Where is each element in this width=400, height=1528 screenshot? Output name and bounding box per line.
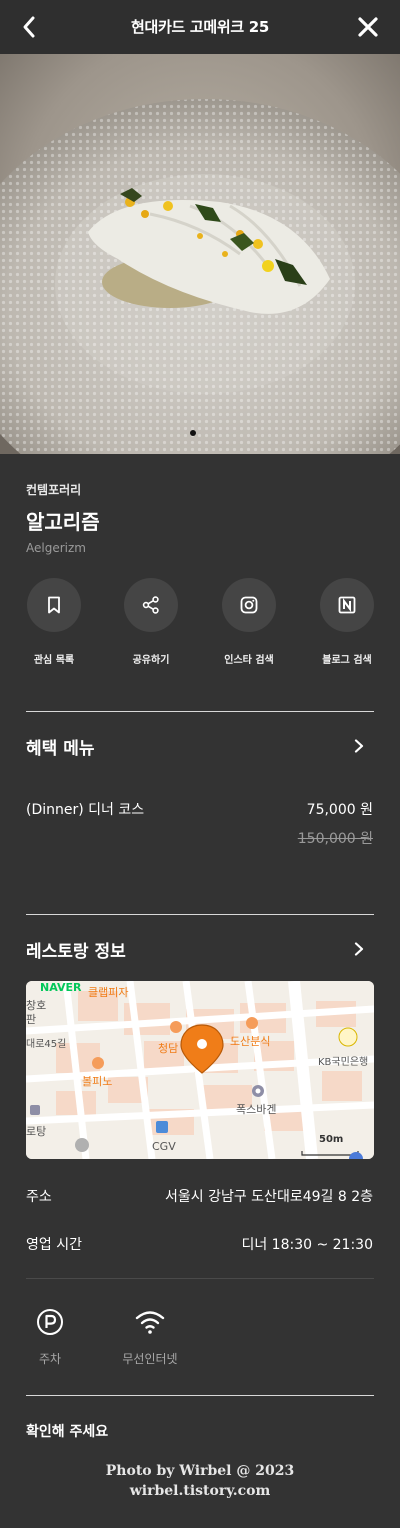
photo-credit: Photo by Wirbel @ 2023 bbox=[105, 1463, 295, 1479]
bookmark-icon bbox=[48, 596, 60, 614]
hours-label: 영업 시간 bbox=[26, 1237, 82, 1253]
blog-search-button[interactable]: 블로그 검색 bbox=[297, 578, 397, 666]
divider bbox=[26, 1278, 374, 1279]
divider bbox=[26, 711, 374, 712]
map-streets bbox=[26, 981, 374, 1159]
restaurant-name-en: Aelgerizm bbox=[26, 541, 86, 555]
action-bar: 관심 목록 공유하기 인스타 검색 블로그 검색 bbox=[0, 578, 400, 668]
top-bar: 현대카드 고메위크 25 bbox=[0, 0, 400, 54]
instagram-search-button[interactable]: 인스타 검색 bbox=[199, 578, 299, 666]
menu-item-price: 75,000 원 bbox=[306, 802, 373, 818]
photo-credit-url: wirbel.tistory.com bbox=[129, 1483, 271, 1499]
menu-item-original-price: 150,000 원 bbox=[297, 831, 373, 847]
chevron-right-icon[interactable] bbox=[352, 739, 366, 753]
restaurant-info-title: 레스토랑 정보 bbox=[26, 942, 126, 962]
blog-search-label: 블로그 검색 bbox=[322, 655, 372, 666]
amenity-parking-label: 주차 bbox=[38, 1352, 62, 1366]
map-label: 폭스바겐 bbox=[236, 1103, 277, 1116]
map-label: 도산분식 bbox=[230, 1035, 271, 1048]
hero-photo[interactable] bbox=[0, 54, 400, 454]
map-scale-label: 50m bbox=[319, 1134, 344, 1145]
address-value: 서울시 강남구 도산대로49길 8 2층 bbox=[165, 1189, 373, 1205]
naver-blog-icon bbox=[338, 596, 356, 614]
food-photo-image bbox=[0, 54, 400, 454]
wifi-icon bbox=[135, 1311, 165, 1334]
map-label: KB국민은행 bbox=[318, 1057, 369, 1068]
map-label: 청담 bbox=[158, 1042, 179, 1055]
amenity-parking: 주차 bbox=[20, 1308, 80, 1367]
address-label: 주소 bbox=[26, 1189, 52, 1205]
instagram-search-label: 인스타 검색 bbox=[224, 655, 274, 666]
restaurant-name: 알고리즘 bbox=[26, 510, 100, 534]
share-button-circle[interactable] bbox=[124, 578, 178, 632]
amenity-wifi: 무선인터넷 bbox=[108, 1308, 192, 1367]
map-label: 판 bbox=[26, 1013, 37, 1026]
bookmark-button-label: 관심 목록 bbox=[33, 655, 75, 666]
naver-map-logo: NAVER bbox=[40, 981, 82, 994]
menu-item-name: (Dinner) 디너 코스 bbox=[26, 802, 145, 818]
restaurant-category: 컨템포러리 bbox=[26, 483, 82, 497]
instagram-search-button-circle[interactable] bbox=[222, 578, 276, 632]
divider bbox=[26, 914, 374, 915]
chevron-right-icon[interactable] bbox=[352, 942, 366, 956]
bookmark-button-circle[interactable] bbox=[27, 578, 81, 632]
map-label: 클랩피자 bbox=[88, 986, 129, 999]
carousel-indicator bbox=[190, 430, 196, 436]
location-map[interactable]: NAVER 클랩피자 창호 판 대로45길 청담 도산분식 KB국민은행 볼피노… bbox=[26, 981, 374, 1159]
parking-icon bbox=[37, 1309, 63, 1335]
map-label: CGV bbox=[152, 1140, 176, 1153]
amenity-wifi-label: 무선인터넷 bbox=[122, 1352, 178, 1366]
share-icon bbox=[142, 596, 159, 614]
bookmark-button[interactable]: 관심 목록 bbox=[4, 578, 104, 666]
notice-heading: 확인해 주세요 bbox=[26, 1424, 109, 1440]
instagram-icon bbox=[240, 596, 258, 614]
blog-search-button-circle[interactable] bbox=[320, 578, 374, 632]
benefit-menu-title: 혜택 메뉴 bbox=[26, 739, 95, 759]
map-label: 볼피노 bbox=[82, 1075, 113, 1088]
close-icon[interactable] bbox=[354, 13, 382, 41]
share-button-label: 공유하기 bbox=[132, 655, 170, 666]
map-label: 로탕 bbox=[26, 1125, 47, 1138]
page-title: 현대카드 고메위크 25 bbox=[130, 18, 270, 36]
map-label: 대로45길 bbox=[26, 1039, 67, 1050]
hours-value: 디너 18:30 ~ 21:30 bbox=[241, 1237, 373, 1253]
share-button[interactable]: 공유하기 bbox=[101, 578, 201, 666]
divider bbox=[26, 1395, 374, 1396]
